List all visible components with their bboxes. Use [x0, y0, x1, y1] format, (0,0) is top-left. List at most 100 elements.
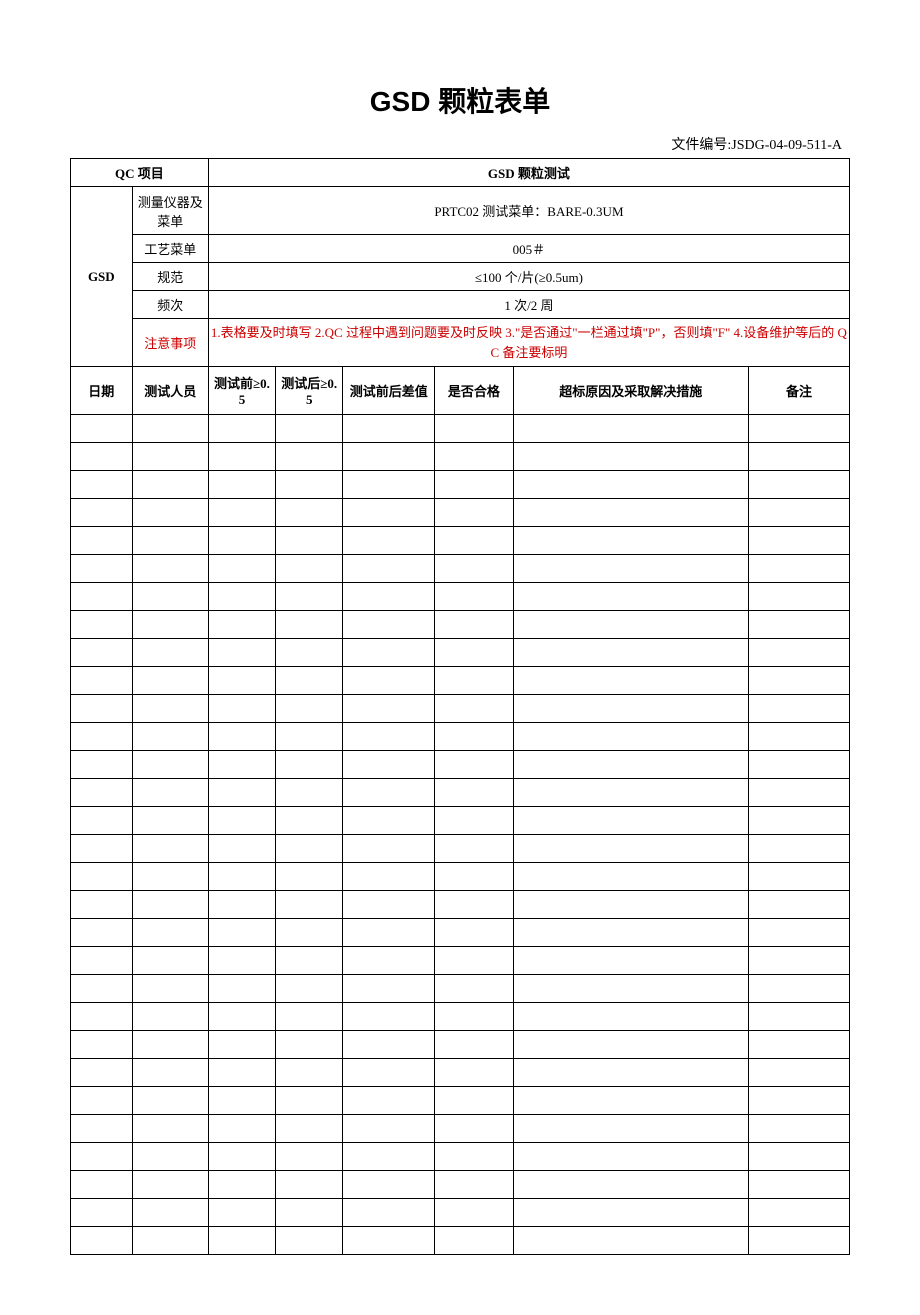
empty-cell [71, 723, 133, 751]
empty-cell [748, 975, 849, 1003]
empty-cell [208, 835, 275, 863]
table-row [71, 1031, 850, 1059]
empty-cell [343, 639, 435, 667]
empty-cell [343, 1031, 435, 1059]
empty-cell [748, 1087, 849, 1115]
empty-cell [343, 695, 435, 723]
empty-cell [435, 835, 513, 863]
empty-cell [208, 415, 275, 443]
empty-cell [276, 695, 343, 723]
freq-value: 1 次/2 周 [208, 291, 849, 319]
empty-cell [208, 947, 275, 975]
empty-cell [343, 1059, 435, 1087]
empty-cell [343, 611, 435, 639]
empty-cell [132, 947, 208, 975]
empty-cell [71, 583, 133, 611]
empty-cell [132, 1031, 208, 1059]
empty-cell [513, 499, 748, 527]
empty-cell [343, 1115, 435, 1143]
empty-cell [71, 611, 133, 639]
empty-cell [748, 443, 849, 471]
empty-cell [132, 1115, 208, 1143]
table-row [71, 723, 850, 751]
instrument-value: PRTC02 测试菜单：BARE-0.3UM [208, 187, 849, 235]
empty-cell [208, 1115, 275, 1143]
empty-cell [343, 1199, 435, 1227]
empty-cell [435, 443, 513, 471]
empty-cell [208, 555, 275, 583]
notice-value: 1.表格要及时填写 2.QC 过程中遇到问题要及时反映 3."是否通过"一栏通过… [208, 319, 849, 367]
empty-cell [71, 919, 133, 947]
empty-cell [276, 751, 343, 779]
empty-cell [513, 1199, 748, 1227]
empty-cell [208, 751, 275, 779]
empty-cell [276, 499, 343, 527]
col-before: 测试前≥0.5 [208, 367, 275, 415]
empty-cell [343, 919, 435, 947]
empty-cell [435, 415, 513, 443]
empty-cell [71, 639, 133, 667]
empty-cell [132, 751, 208, 779]
doc-no-label: 文件编号: [671, 138, 731, 153]
empty-cell [513, 779, 748, 807]
empty-cell [343, 723, 435, 751]
empty-cell [435, 947, 513, 975]
empty-cell [208, 1031, 275, 1059]
empty-cell [748, 1171, 849, 1199]
process-value: 005＃ [208, 235, 849, 263]
table-row [71, 1143, 850, 1171]
table-row [71, 919, 850, 947]
empty-cell [276, 1031, 343, 1059]
empty-cell [435, 639, 513, 667]
table-row [71, 639, 850, 667]
empty-cell [208, 1059, 275, 1087]
col-date: 日期 [71, 367, 133, 415]
empty-cell [513, 1171, 748, 1199]
table-row [71, 527, 850, 555]
empty-cell [748, 947, 849, 975]
empty-cell [748, 1115, 849, 1143]
empty-cell [132, 471, 208, 499]
empty-cell [513, 555, 748, 583]
empty-cell [435, 807, 513, 835]
empty-cell [748, 1199, 849, 1227]
empty-cell [343, 975, 435, 1003]
freq-label: 频次 [132, 291, 208, 319]
table-row [71, 1115, 850, 1143]
empty-cell [208, 583, 275, 611]
table-row [71, 583, 850, 611]
empty-cell [132, 975, 208, 1003]
empty-cell [71, 975, 133, 1003]
empty-cell [132, 779, 208, 807]
empty-cell [343, 751, 435, 779]
col-after: 测试后≥0.5 [276, 367, 343, 415]
empty-cell [435, 863, 513, 891]
table-row [71, 443, 850, 471]
spec-label: 规范 [132, 263, 208, 291]
empty-cell [71, 1003, 133, 1031]
empty-cell [343, 415, 435, 443]
table-row [71, 1199, 850, 1227]
empty-cell [132, 1087, 208, 1115]
empty-cell [435, 919, 513, 947]
empty-cell [276, 723, 343, 751]
empty-cell [132, 639, 208, 667]
empty-cell [513, 667, 748, 695]
table-row [71, 499, 850, 527]
empty-cell [513, 415, 748, 443]
empty-cell [71, 499, 133, 527]
empty-cell [343, 807, 435, 835]
empty-cell [513, 835, 748, 863]
table-row [71, 891, 850, 919]
empty-cell [208, 891, 275, 919]
empty-cell [71, 695, 133, 723]
doc-number: 文件编号:JSDG-04-09-511-A [70, 134, 850, 154]
empty-cell [513, 1059, 748, 1087]
table-row [71, 555, 850, 583]
empty-cell [71, 443, 133, 471]
empty-cell [343, 667, 435, 695]
empty-cell [276, 471, 343, 499]
empty-cell [513, 1143, 748, 1171]
col-reason: 超标原因及采取解决措施 [513, 367, 748, 415]
empty-cell [276, 947, 343, 975]
